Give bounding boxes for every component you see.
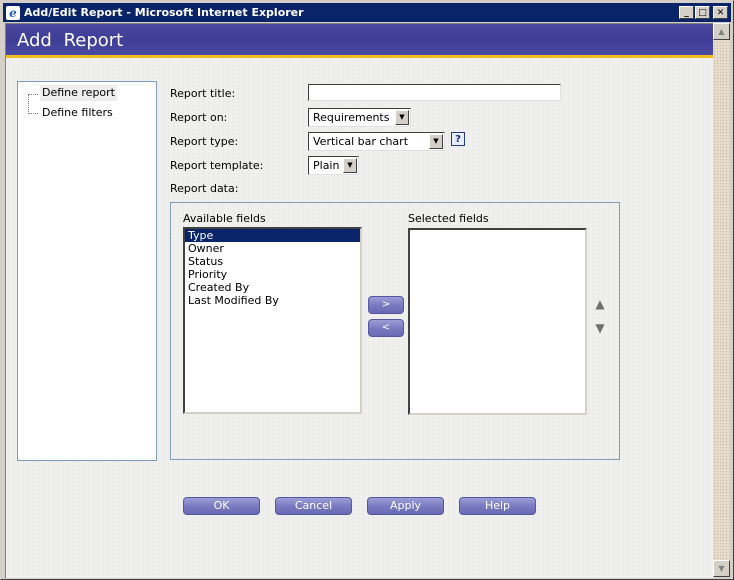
- list-item[interactable]: Owner: [185, 242, 360, 255]
- move-down-icon[interactable]: ▼: [595, 322, 605, 334]
- report-type-value: Vertical bar chart: [313, 135, 409, 148]
- report-on-value: Requirements: [313, 111, 390, 124]
- window-title: Add/Edit Report - Microsoft Internet Exp…: [24, 6, 304, 19]
- report-title-input[interactable]: [308, 84, 561, 101]
- report-on-select[interactable]: Requirements ▼: [308, 108, 411, 127]
- chevron-down-icon[interactable]: ▼: [395, 110, 409, 125]
- available-fields-list[interactable]: Type Owner Status Priority Created By La…: [183, 227, 362, 414]
- remove-field-button[interactable]: <: [368, 319, 404, 337]
- add-field-button[interactable]: >: [368, 296, 404, 314]
- list-item[interactable]: Priority: [185, 268, 360, 281]
- chevron-down-icon[interactable]: ▼: [343, 158, 357, 173]
- ie-icon: e: [6, 5, 20, 20]
- report-template-select[interactable]: Plain ▼: [308, 156, 359, 175]
- list-item[interactable]: Last Modified By: [185, 294, 360, 307]
- report-data-label: Report data:: [170, 182, 239, 195]
- selected-fields-list[interactable]: [408, 228, 587, 415]
- page-content: Add Report Define report Define filters …: [5, 23, 714, 578]
- list-item[interactable]: Created By: [185, 281, 360, 294]
- help-icon[interactable]: ?: [451, 132, 465, 146]
- move-up-icon[interactable]: ▲: [595, 298, 605, 310]
- browser-window: e Add/Edit Report - Microsoft Internet E…: [0, 0, 734, 580]
- report-type-label: Report type:: [170, 135, 239, 148]
- nav-item-define-filters[interactable]: Define filters: [40, 105, 115, 121]
- ok-button[interactable]: OK: [183, 497, 260, 515]
- title-bar[interactable]: e Add/Edit Report - Microsoft Internet E…: [3, 3, 731, 22]
- report-on-label: Report on:: [170, 111, 228, 124]
- available-fields-label: Available fields: [183, 212, 266, 225]
- cancel-button[interactable]: Cancel: [275, 497, 352, 515]
- report-title-label: Report title:: [170, 87, 236, 100]
- maximize-button[interactable]: □: [695, 6, 710, 19]
- minimize-button[interactable]: _: [679, 6, 694, 19]
- list-item[interactable]: Status: [185, 255, 360, 268]
- tree-connector: [28, 94, 29, 114]
- report-type-select[interactable]: Vertical bar chart ▼: [308, 132, 445, 151]
- nav-item-define-report[interactable]: Define report: [40, 85, 117, 101]
- page-header: Add Report: [6, 24, 714, 58]
- vertical-scrollbar[interactable]: ▲ ▼: [713, 23, 730, 577]
- scroll-up-icon[interactable]: ▲: [713, 23, 730, 40]
- report-template-value: Plain: [313, 159, 340, 172]
- report-template-label: Report template:: [170, 159, 264, 172]
- tree-connector: [28, 94, 38, 95]
- page-title: Add Report: [17, 30, 124, 51]
- tree-connector: [28, 113, 38, 114]
- list-item[interactable]: Type: [185, 229, 360, 242]
- chevron-down-icon[interactable]: ▼: [429, 134, 443, 149]
- nav-tree: Define report Define filters: [17, 81, 157, 461]
- close-button[interactable]: ✕: [713, 6, 728, 19]
- apply-button[interactable]: Apply: [367, 497, 444, 515]
- selected-fields-label: Selected fields: [408, 212, 489, 225]
- scroll-down-icon[interactable]: ▼: [713, 560, 730, 577]
- help-button[interactable]: Help: [459, 497, 536, 515]
